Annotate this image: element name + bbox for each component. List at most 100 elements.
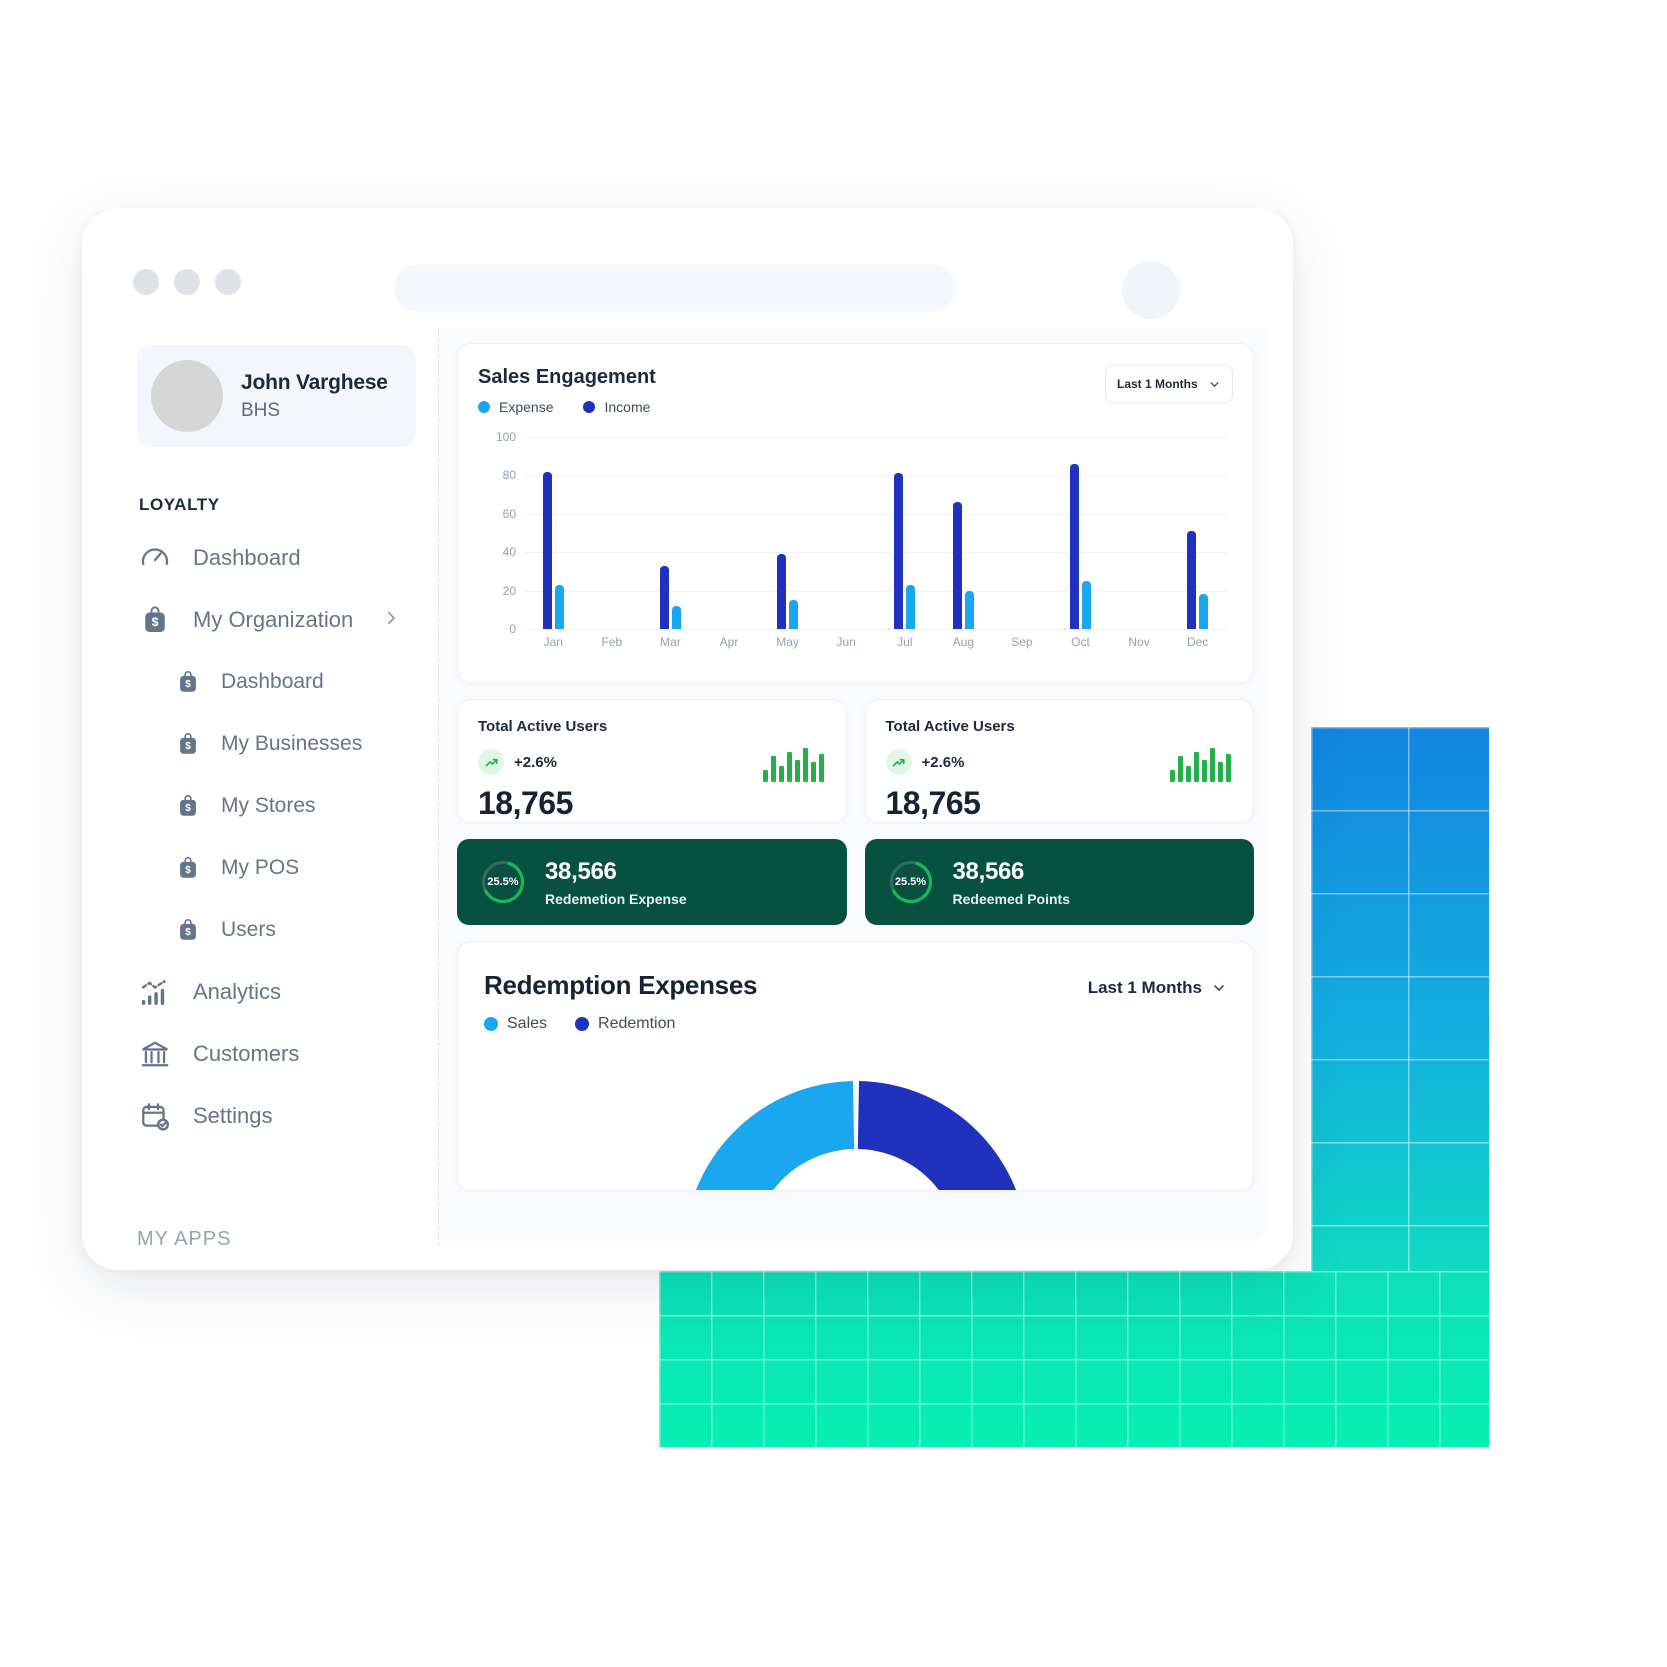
bank-icon	[139, 1038, 171, 1070]
bar-chart-icon	[139, 976, 171, 1008]
y-axis-tick-label: 80	[502, 468, 516, 483]
calendar-check-icon	[139, 1100, 171, 1132]
sparkline-bar	[818, 754, 824, 782]
sidebar-item-my-pos[interactable]: $ My POS	[115, 837, 438, 899]
legend-label: Sales	[507, 1015, 548, 1032]
bar-income	[952, 502, 962, 629]
x-axis-tick-label: Jun	[836, 635, 856, 649]
bar-expense	[671, 605, 681, 629]
trend-up-icon	[478, 749, 504, 775]
sparkline-bar	[1170, 770, 1175, 782]
bag-dollar-icon: $	[175, 917, 201, 943]
sidebar-item-my-businesses[interactable]: $ My Businesses	[115, 713, 438, 775]
sparkline-bar	[1218, 762, 1223, 782]
profile-name: John Varghese	[241, 370, 388, 394]
sales-range-select[interactable]: Last 1 Months	[1105, 364, 1233, 404]
sparkline-bar	[794, 760, 800, 782]
y-axis-tick-label: 0	[509, 622, 516, 636]
close-dot-icon[interactable]	[133, 269, 159, 295]
sparkline-bar	[786, 752, 792, 782]
sidebar-item-label: My Businesses	[221, 732, 363, 755]
chevron-right-icon[interactable]	[382, 607, 400, 633]
sales-range-value: Last 1 Months	[1117, 377, 1198, 391]
gridline	[524, 629, 1227, 630]
bar-income	[1069, 463, 1079, 629]
bag-dollar-icon: $	[175, 793, 201, 819]
legend-item: Sales	[484, 1015, 547, 1033]
sidebar-item-my-organization[interactable]: $ My Organization	[115, 589, 438, 651]
bar-group	[524, 437, 583, 629]
x-axis-tick-label: Apr	[719, 635, 739, 649]
x-axis-tick-label: Dec	[1186, 635, 1209, 649]
plot-area	[524, 437, 1227, 630]
gauge-icon	[139, 542, 171, 574]
legend-item: Income	[583, 399, 650, 415]
x-axis-tick-label: Mar	[660, 635, 681, 649]
sparkline-bar	[1202, 760, 1207, 782]
bar-group	[875, 437, 934, 629]
sidebar-item-users[interactable]: $ Users	[115, 899, 438, 961]
bar-expense	[789, 600, 799, 629]
bag-dollar-icon: $	[175, 855, 201, 881]
bar-expense	[964, 590, 974, 629]
bar-group	[641, 437, 700, 629]
stat-delta-value: +2.6%	[514, 753, 557, 771]
y-axis-tick-label: 60	[502, 506, 516, 521]
redemption-summary-text: 38,566 Redemetion Expense	[545, 858, 687, 907]
bar-group	[934, 437, 993, 629]
x-axis-tick-label: Jan	[543, 635, 563, 649]
account-avatar[interactable]	[1122, 261, 1180, 319]
sidebar-item-customers[interactable]: Customers	[115, 1023, 438, 1085]
stat-card-row: Total Active Users +2.6% 18,765 Total Activ…	[457, 699, 1254, 823]
bar-expense	[554, 584, 564, 629]
window-traffic-lights	[133, 269, 241, 295]
redemption-range-select[interactable]: Last 1 Months	[1088, 978, 1227, 998]
redemption-legend: Sales Redemtion	[484, 1015, 1227, 1033]
sparkline-bar	[1226, 754, 1231, 782]
stat-card-value: 18,765	[478, 785, 573, 821]
redemption-summary-card: 25.5% 38,566 Redeemed Points	[864, 839, 1254, 925]
redemption-expenses-card: Redemption Expenses Sales Redemtion Last …	[457, 941, 1254, 1191]
sidebar-item-label: My POS	[221, 856, 300, 879]
sidebar-item-settings[interactable]: Settings	[115, 1085, 438, 1147]
bar-group	[700, 437, 759, 629]
bar-groups	[524, 437, 1227, 629]
sidebar-item-my-stores[interactable]: $ My Stores	[115, 775, 438, 837]
sidebar-item-label: Dashboard	[193, 545, 301, 570]
stat-card-title: Total Active Users	[885, 718, 1015, 735]
sidebar-item-label: My Stores	[221, 794, 316, 817]
bar-group	[758, 437, 817, 629]
legend-color-dot-icon	[575, 1017, 590, 1031]
profile-organization: BHS	[241, 399, 281, 421]
redemption-summary-row: 25.5% 38,566 Redemetion Expense 25.5% 38,566…	[457, 839, 1254, 925]
sparkline-bar	[1210, 748, 1215, 782]
donut-percent-label: 25.5%	[487, 876, 519, 888]
y-axis-tick-label: 100	[495, 430, 516, 444]
legend-color-dot-icon	[583, 401, 596, 413]
redemption-summary-label: Redemetion Expense	[545, 890, 687, 907]
sparkline-bar	[778, 766, 784, 782]
svg-text:$: $	[185, 741, 191, 752]
bar-expense	[906, 584, 916, 629]
svg-text:$: $	[185, 927, 191, 938]
maximize-dot-icon[interactable]	[215, 269, 241, 295]
browser-titlebar	[107, 233, 1268, 329]
minimize-dot-icon[interactable]	[174, 269, 200, 295]
screenshot-stage: John Varghese BHS LOYALTY Dashboard $ My O…	[0, 0, 1667, 1667]
bar-income	[777, 554, 787, 629]
redemption-gauge-svg	[695, 1081, 1016, 1190]
bar-income	[1187, 531, 1197, 629]
legend-color-dot-icon	[484, 1017, 498, 1031]
avatar	[151, 360, 223, 432]
bar-expense	[1199, 594, 1209, 629]
sidebar-item-dashboard[interactable]: $ Dashboard	[115, 651, 438, 713]
sparkline-chart	[1170, 746, 1231, 782]
address-bar-input[interactable]	[394, 265, 956, 311]
bar-group	[993, 437, 1052, 629]
sidebar-item-label: My Organization	[193, 607, 354, 632]
stat-delta-value: +2.6%	[921, 753, 965, 771]
bar-group	[583, 437, 642, 629]
sidebar-item-dashboard[interactable]: Dashboard	[115, 527, 438, 589]
user-profile-card[interactable]: John Varghese BHS	[137, 345, 416, 447]
sidebar-item-analytics[interactable]: Analytics	[115, 961, 438, 1023]
